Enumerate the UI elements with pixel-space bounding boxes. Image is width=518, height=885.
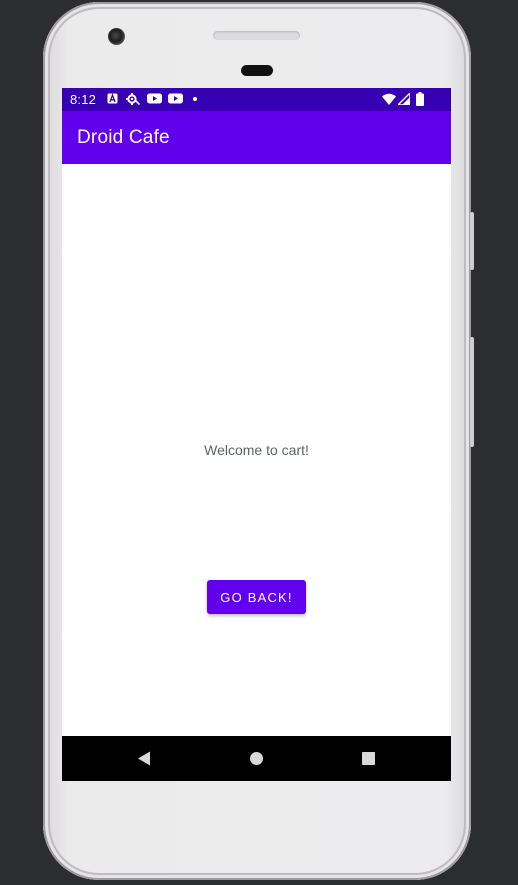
a-accessibility-icon [107, 93, 118, 104]
status-bar: 8:12 [62, 88, 451, 111]
back-icon[interactable] [114, 736, 174, 781]
dot-icon [193, 97, 197, 101]
app-title: Droid Cafe [77, 127, 170, 148]
battery-icon [416, 92, 424, 106]
status-time: 8:12 [70, 92, 97, 107]
cell-signal-icon [398, 93, 410, 105]
home-icon[interactable] [226, 736, 286, 781]
wifi-icon [382, 93, 396, 105]
youtube-icon [168, 93, 183, 104]
nav-bar [62, 736, 451, 781]
device-screen: 8:12 Droid Cafe Welcome to cart! GO BACK… [62, 88, 451, 781]
welcome-text: Welcome to cart! [204, 442, 309, 458]
volume-button [470, 212, 474, 270]
go-back-button[interactable]: GO BACK! [207, 580, 306, 614]
speaker-grille [213, 31, 300, 40]
settings-debug-icon [126, 93, 140, 105]
power-button [470, 337, 474, 447]
recents-icon[interactable] [338, 736, 398, 781]
app-bar: Droid Cafe [62, 111, 451, 164]
youtube-icon [147, 93, 162, 104]
proximity-sensor [241, 65, 273, 76]
front-camera [108, 28, 125, 45]
